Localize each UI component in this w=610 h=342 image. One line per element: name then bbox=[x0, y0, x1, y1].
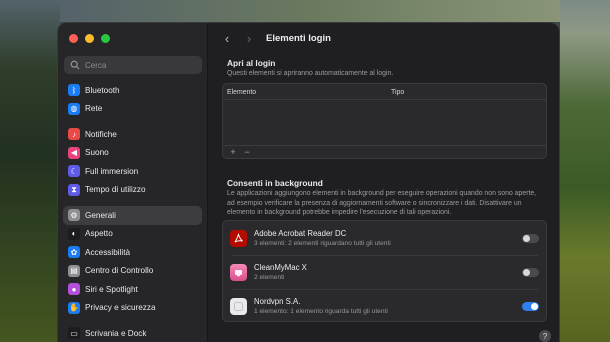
background-description: Le applicazioni aggiungono elementi in b… bbox=[227, 190, 537, 217]
login-items-table[interactable]: Elemento Tipo + − bbox=[222, 83, 547, 159]
open-at-login-title: Apri al login bbox=[227, 58, 276, 68]
sidebar-item-label: Aspetto bbox=[85, 229, 113, 239]
forward-button[interactable]: › bbox=[240, 29, 258, 47]
background-item-text: Nordvpn S.A. 1 elemento: 1 elemento rigua… bbox=[254, 297, 388, 315]
sidebar-item-label: Siri e Spotlight bbox=[85, 284, 138, 294]
sidebar-item-scrivania-e-dock[interactable]: ▭ Scrivania e Dock bbox=[63, 324, 202, 342]
background-item-row: CleanMyMac X 2 elementi bbox=[223, 255, 546, 289]
column-header-element[interactable]: Elemento bbox=[227, 89, 256, 96]
sidebar-item-label: Privacy e sicurezza bbox=[85, 303, 156, 313]
generic-app-icon bbox=[230, 297, 247, 315]
speaker-icon: ◀ bbox=[68, 146, 80, 159]
desktop-wallpaper-top bbox=[60, 0, 560, 22]
sidebar-item-tempo-di-utilizzo[interactable]: ⧗ Tempo di utilizzo bbox=[63, 181, 202, 200]
sidebar-item-bluetooth[interactable]: ᛒ Bluetooth bbox=[63, 81, 202, 100]
background-item-row: Adobe Acrobat Reader DC 3 elementi: 2 ele… bbox=[223, 221, 546, 255]
globe-icon: ◍ bbox=[68, 102, 80, 115]
page-title: Elementi login bbox=[266, 32, 331, 44]
sidebar-item-suono[interactable]: ◀ Suono bbox=[63, 144, 202, 163]
open-at-login-description: Questi elementi si apriranno automaticam… bbox=[227, 70, 394, 77]
background-title: Consenti in background bbox=[227, 178, 323, 188]
desktop-wallpaper-left bbox=[0, 0, 60, 342]
toggle-knob bbox=[531, 302, 538, 310]
bell-icon: ♪ bbox=[68, 128, 80, 141]
sidebar-item-siri-e-spotlight[interactable]: ● Siri e Spotlight bbox=[63, 280, 202, 299]
sidebar-item-label: Scrivania e Dock bbox=[85, 328, 147, 338]
sidebar-item-aspetto[interactable]: ◐ Aspetto bbox=[63, 225, 202, 244]
sidebar-item-privacy-e-sicurezza[interactable]: ✋ Privacy e sicurezza bbox=[63, 299, 202, 318]
background-items-list: Adobe Acrobat Reader DC 3 elementi: 2 ele… bbox=[222, 220, 547, 322]
app-detail: 2 elementi bbox=[254, 274, 285, 281]
main-pane: ‹ › Elementi login Apri al login Questi … bbox=[208, 23, 559, 342]
minimize-button[interactable] bbox=[85, 34, 94, 43]
background-item-text: CleanMyMac X 2 elementi bbox=[254, 263, 307, 281]
toggle-knob bbox=[523, 268, 530, 276]
sidebar-item-label: Suono bbox=[85, 148, 109, 158]
sidebar-item-notifiche[interactable]: ♪ Notifiche bbox=[63, 125, 202, 144]
table-divider bbox=[223, 99, 546, 100]
sidebar-item-rete[interactable]: ◍ Rete bbox=[63, 100, 202, 119]
sidebar-item-full-immersion[interactable]: ☾ Full immersion bbox=[63, 162, 202, 181]
sidebar-item-accessibilit-[interactable]: ✿ Accessibilità bbox=[63, 243, 202, 262]
moon-icon: ☾ bbox=[68, 165, 80, 178]
search-icon bbox=[70, 60, 80, 70]
hand-icon: ✋ bbox=[68, 301, 80, 314]
desktop-wallpaper-right bbox=[560, 0, 610, 342]
cleanmymac-icon bbox=[230, 263, 247, 281]
acrobat-icon bbox=[230, 229, 247, 247]
sidebar-item-label: Notifiche bbox=[85, 129, 117, 139]
search-placeholder: Cerca bbox=[85, 60, 107, 70]
appearance-icon: ◐ bbox=[68, 227, 80, 240]
sidebar-item-generali[interactable]: ⚙ Generali bbox=[63, 206, 202, 225]
dock-icon: ▭ bbox=[68, 327, 80, 340]
sidebar-item-label: Rete bbox=[85, 104, 103, 114]
sidebar-item-label: Centro di Controllo bbox=[85, 266, 154, 276]
background-item-row: Nordvpn S.A. 1 elemento: 1 elemento rigua… bbox=[223, 289, 546, 323]
app-name: Adobe Acrobat Reader DC bbox=[254, 229, 347, 238]
sidebar-item-label: Bluetooth bbox=[85, 85, 120, 95]
background-toggle[interactable] bbox=[522, 267, 539, 277]
app-name: Nordvpn S.A. bbox=[254, 297, 301, 306]
sidebar-list: ᛒ Bluetooth ◍ Rete ♪ Notifiche ◀ Suono ☾ Full imm… bbox=[63, 81, 202, 342]
control-center-icon: ▤ bbox=[68, 264, 80, 277]
search-field[interactable]: Cerca bbox=[64, 56, 202, 74]
back-button[interactable]: ‹ bbox=[218, 29, 236, 47]
toggle-knob bbox=[523, 234, 530, 242]
window-controls bbox=[69, 34, 110, 43]
remove-item-button[interactable]: − bbox=[240, 147, 254, 157]
app-detail: 3 elementi: 2 elementi riguardano tutti … bbox=[254, 240, 391, 247]
help-button[interactable]: ? bbox=[539, 330, 551, 342]
background-toggle[interactable] bbox=[522, 233, 539, 243]
settings-window: Cerca ᛒ Bluetooth ◍ Rete ♪ Notifiche ◀ Suono ☾ Fu… bbox=[57, 22, 560, 342]
bluetooth-icon: ᛒ bbox=[68, 84, 80, 97]
background-item-text: Adobe Acrobat Reader DC 3 elementi: 2 ele… bbox=[254, 229, 391, 247]
sidebar-item-label: Accessibilità bbox=[85, 247, 131, 257]
app-detail: 1 elemento: 1 elemento riguarda tutti gl… bbox=[254, 308, 388, 315]
sidebar: Cerca ᛒ Bluetooth ◍ Rete ♪ Notifiche ◀ Suono ☾ Fu… bbox=[58, 23, 208, 342]
sidebar-item-label: Tempo di utilizzo bbox=[85, 185, 146, 195]
sidebar-item-label: Full immersion bbox=[85, 166, 139, 176]
zoom-button[interactable] bbox=[101, 34, 110, 43]
add-item-button[interactable]: + bbox=[226, 147, 240, 157]
siri-icon: ● bbox=[68, 283, 80, 296]
hourglass-icon: ⧗ bbox=[68, 183, 80, 196]
sidebar-item-centro-di-controllo[interactable]: ▤ Centro di Controllo bbox=[63, 262, 202, 281]
toolbar: ‹ › Elementi login bbox=[208, 23, 559, 53]
sidebar-item-label: Generali bbox=[85, 210, 116, 220]
background-toggle[interactable] bbox=[522, 301, 539, 311]
gear-icon: ⚙ bbox=[68, 209, 80, 222]
table-footer: + − bbox=[223, 145, 546, 158]
accessibility-icon: ✿ bbox=[68, 246, 80, 259]
close-button[interactable] bbox=[69, 34, 78, 43]
column-header-type[interactable]: Tipo bbox=[391, 89, 404, 96]
app-name: CleanMyMac X bbox=[254, 263, 307, 272]
